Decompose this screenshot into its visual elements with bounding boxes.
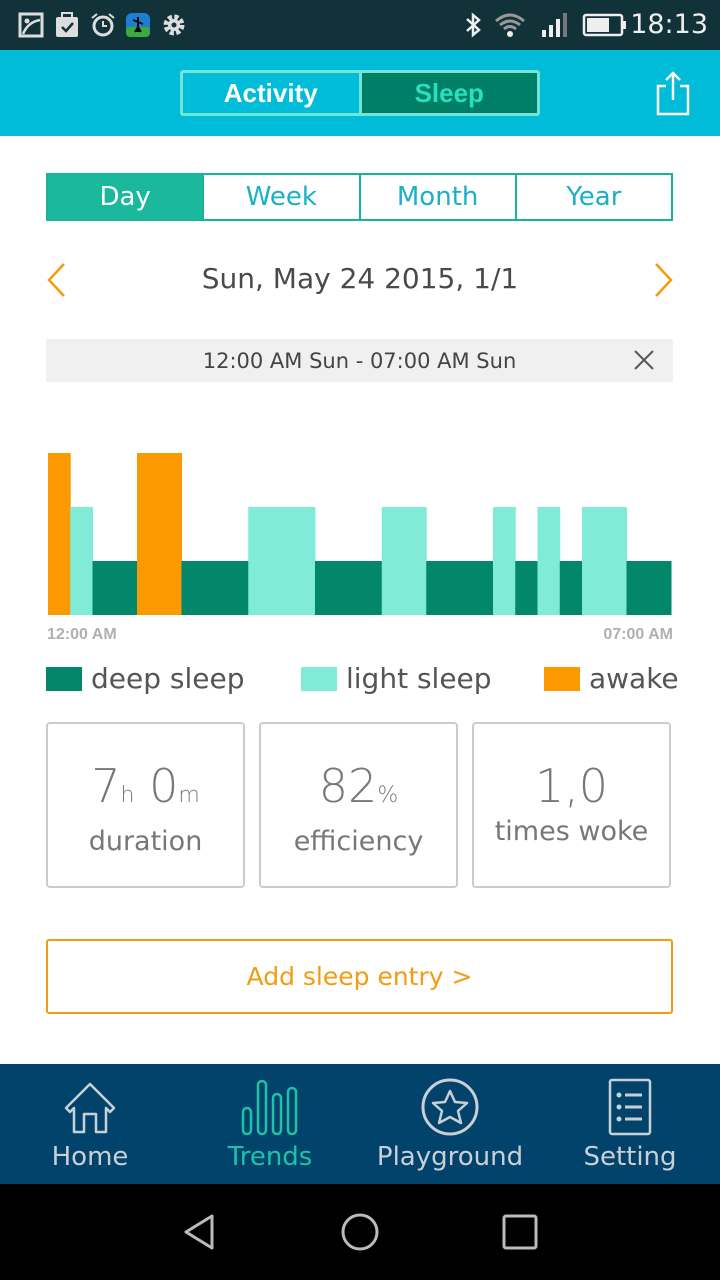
time-range-bar: 12:00 AM Sun - 07:00 AM Sun: [46, 339, 673, 382]
gear-icon: [163, 14, 185, 36]
efficiency-card: 82% efficiency: [259, 722, 458, 888]
home-icon: [64, 1082, 116, 1134]
light-sleep-swatch: [301, 666, 337, 691]
sleep-segment-light: [582, 507, 627, 615]
period-tabs: Day Week Month Year: [46, 173, 673, 221]
sleep-segment-light: [248, 507, 316, 615]
legend-light-sleep: light sleep: [301, 662, 492, 695]
sleep-segment-deep: [315, 561, 383, 615]
nav-trends[interactable]: Trends: [180, 1064, 360, 1184]
tab-week[interactable]: Week: [204, 175, 361, 219]
duration-value: 7h 0m: [91, 759, 200, 813]
signal-icon: [542, 13, 567, 37]
nav-playground[interactable]: Playground: [360, 1064, 540, 1184]
sleep-segment-deep: [626, 561, 672, 615]
clipboard-check-icon: [56, 12, 78, 37]
legend-awake: awake: [544, 662, 679, 695]
x-axis-start-label: 12:00 AM: [47, 626, 117, 643]
sleep-segment-deep: [515, 561, 538, 615]
duration-label: duration: [88, 826, 203, 857]
sleep-segment-deep: [92, 561, 138, 615]
awake-swatch: [544, 666, 580, 691]
tab-year[interactable]: Year: [517, 175, 671, 219]
nav-label: Setting: [583, 1142, 677, 1172]
photo-icon: [18, 12, 44, 38]
next-chevron-icon[interactable]: [652, 262, 676, 298]
sleep-segment-deep: [426, 561, 494, 615]
clock: 18:13: [630, 9, 708, 40]
battery-icon: [582, 13, 626, 37]
recents-icon[interactable]: [500, 1212, 540, 1252]
sleep-segment-light: [381, 507, 427, 615]
bar-chart-icon: [241, 1079, 298, 1136]
legend-label: deep sleep: [91, 662, 245, 695]
sleep-segment-awake: [137, 453, 182, 615]
tab-activity[interactable]: Activity: [183, 73, 362, 113]
close-icon[interactable]: [633, 349, 655, 371]
activity-sleep-toggle: Activity Sleep: [180, 70, 540, 116]
nav-home[interactable]: Home: [0, 1064, 180, 1184]
star-circle-icon: [421, 1078, 479, 1136]
alarm-icon: [91, 13, 115, 37]
tab-sleep[interactable]: Sleep: [361, 73, 537, 113]
add-sleep-entry-button[interactable]: Add sleep entry >: [46, 939, 673, 1014]
home-circle-icon[interactable]: [340, 1212, 380, 1252]
time-range-label: 12:00 AM Sun - 07:00 AM Sun: [202, 348, 517, 373]
nav-setting[interactable]: Setting: [540, 1064, 720, 1184]
bluetooth-icon: [466, 12, 481, 38]
times-woke-card: 1,0 times woke: [472, 722, 671, 888]
nav-label: Trends: [227, 1142, 313, 1172]
sleep-segment-deep: [181, 561, 249, 615]
efficiency-label: efficiency: [293, 826, 424, 857]
duration-card: 7h 0m duration: [46, 722, 245, 888]
sleep-segment-light: [70, 507, 93, 615]
nav-label: Playground: [376, 1142, 524, 1172]
wifi-icon: [495, 13, 525, 37]
sleep-segment-deep: [559, 561, 583, 615]
sleep-segment-light: [537, 507, 561, 615]
legend-label: awake: [589, 662, 679, 695]
sleep-chart: [48, 453, 672, 615]
app-runner-icon: [126, 13, 150, 37]
status-bar: 18:13: [0, 0, 720, 50]
times-woke-label: times woke: [494, 816, 649, 847]
list-icon: [608, 1078, 652, 1136]
sleep-segment-awake: [48, 453, 71, 615]
times-woke-value: 1,0: [534, 759, 609, 813]
tab-month[interactable]: Month: [361, 175, 517, 219]
deep-sleep-swatch: [46, 666, 82, 691]
date-label: Sun, May 24 2015, 1/1: [201, 262, 519, 295]
nav-label: Home: [51, 1142, 129, 1172]
system-nav-bar: [0, 1184, 720, 1280]
legend-label: light sleep: [346, 662, 492, 695]
back-icon[interactable]: [180, 1212, 220, 1252]
sleep-segment-light: [493, 507, 516, 615]
x-axis-end-label: 07:00 AM: [603, 626, 673, 643]
share-icon[interactable]: [654, 70, 692, 118]
bottom-nav: Home Trends Playground Setting: [0, 1064, 720, 1184]
efficiency-value: 82%: [318, 759, 399, 813]
tab-day[interactable]: Day: [48, 175, 205, 219]
legend-deep-sleep: deep sleep: [46, 662, 245, 695]
